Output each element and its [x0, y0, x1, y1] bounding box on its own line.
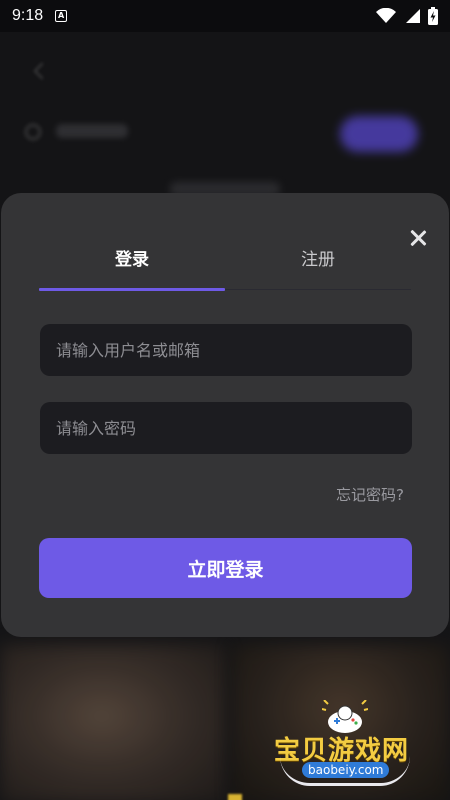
- a-badge-icon: A: [55, 10, 68, 22]
- status-icons: [376, 7, 438, 25]
- login-button[interactable]: 立即登录: [39, 538, 412, 598]
- tab-login[interactable]: 登录: [39, 243, 225, 289]
- username-input[interactable]: [40, 324, 412, 376]
- blurred-action-button: [340, 116, 418, 152]
- blurred-search-text: [56, 124, 128, 138]
- password-input[interactable]: [40, 402, 412, 454]
- battery-icon: [428, 7, 438, 25]
- status-bar: 9:18 A: [0, 0, 450, 32]
- close-icon[interactable]: [409, 229, 427, 247]
- login-modal: 登录 注册 忘记密码? 立即登录: [1, 193, 449, 637]
- watermark-logo: 宝贝游戏网 baobeiy.com: [272, 700, 422, 795]
- tab-register[interactable]: 注册: [225, 243, 411, 289]
- wifi-icon: [376, 8, 396, 23]
- forgot-password-link[interactable]: 忘记密码?: [336, 484, 404, 505]
- watermark-url: baobeiy.com: [302, 762, 390, 778]
- search-icon: [25, 124, 41, 140]
- blurred-thumbnail: [0, 644, 226, 800]
- auth-tabs: 登录 注册: [39, 243, 411, 293]
- status-time: 9:18: [12, 7, 44, 24]
- tab-active-indicator: [39, 288, 225, 291]
- signal-icon: [406, 9, 420, 23]
- blurred-badge: [228, 794, 242, 800]
- back-arrow-icon: [32, 60, 52, 80]
